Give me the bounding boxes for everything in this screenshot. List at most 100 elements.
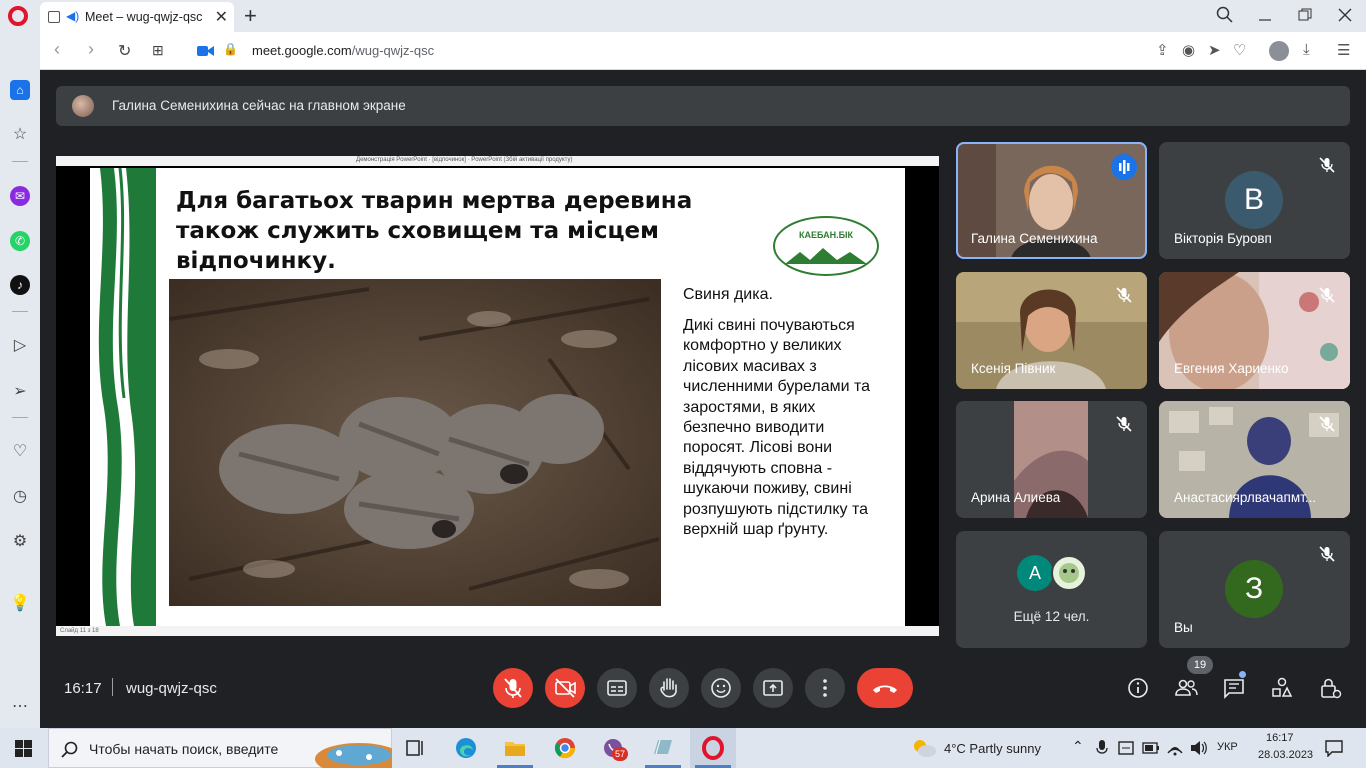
raise-hand-icon (660, 678, 677, 698)
weather-text[interactable]: 4°C Partly sunny (944, 741, 1041, 756)
minimize-icon[interactable] (1258, 8, 1272, 22)
speed-dial-star-icon[interactable]: ☆ (10, 125, 30, 145)
show-hidden-icons-icon[interactable]: ⌃ (1072, 738, 1084, 755)
edge-icon[interactable] (454, 736, 478, 760)
search-placeholder: Чтобы начать поиск, введите (89, 741, 279, 757)
back-icon[interactable]: ‹ (54, 39, 60, 60)
send-icon[interactable]: ➤ (1208, 41, 1221, 59)
flow-icon[interactable]: ➢ (10, 382, 30, 402)
captions-button[interactable] (597, 668, 637, 708)
new-tab-button[interactable]: + (244, 3, 257, 29)
speaker-icon[interactable]: ◀) (66, 9, 79, 23)
url-field[interactable]: meet.google.com/wug-qwjz-qsc (252, 43, 434, 58)
camera-toggle-button[interactable] (545, 668, 585, 708)
search-tabs-icon[interactable] (1216, 6, 1234, 24)
presenter-avatar (72, 95, 94, 117)
participant-name: Евгения Хариенко (1174, 361, 1289, 376)
participant-tile[interactable]: Евгения Хариенко (1159, 272, 1350, 389)
battery-icon[interactable] (1142, 741, 1160, 755)
self-tile[interactable]: З Вы (1159, 531, 1350, 648)
tiktok-icon[interactable]: ♪ (10, 275, 30, 295)
lock-icon[interactable]: 🔒 (223, 42, 238, 56)
close-tab-icon[interactable]: ✕ (215, 7, 228, 27)
chat-icon (1224, 679, 1244, 699)
present-button[interactable] (753, 668, 793, 708)
chat-unread-dot (1239, 671, 1246, 678)
easy-setup-icon[interactable]: ☰ (1337, 41, 1350, 59)
opera-taskbar-icon[interactable] (701, 736, 725, 760)
more-participants-tile[interactable]: А Ещё 12 чел. (956, 531, 1147, 648)
player-icon[interactable]: ▷ (10, 336, 30, 356)
microphone-in-use-icon[interactable] (1096, 740, 1108, 756)
taskbar-search-box[interactable]: Чтобы начать поиск, введите (48, 728, 392, 768)
weather-icon[interactable] (910, 736, 938, 760)
host-controls-button[interactable] (1317, 675, 1343, 701)
meeting-info-button[interactable] (1125, 675, 1151, 701)
camera-in-use-icon[interactable] (197, 44, 215, 58)
participant-name: Вы (1174, 620, 1193, 635)
app-tray-icon[interactable] (1118, 739, 1136, 757)
activities-button[interactable] (1269, 675, 1295, 701)
participant-tile[interactable]: В Вікторія Буровп (1159, 142, 1350, 259)
reload-icon[interactable]: ↻ (118, 41, 131, 61)
network-icon[interactable] (1166, 739, 1184, 757)
slide-body-text: Дикі свині почуваються комфортно у велик… (683, 317, 871, 539)
history-icon[interactable]: ◷ (10, 487, 30, 507)
shared-screen[interactable]: Демонстрація PowerPoint · [відпочинок] ·… (56, 156, 939, 636)
notifications-icon[interactable] (1324, 739, 1344, 757)
meeting-clock: 16:17 (64, 680, 102, 697)
tips-bulb-icon[interactable]: 💡 (10, 594, 30, 614)
participant-tile[interactable]: Анастасиярлвачапмт... (1159, 401, 1350, 518)
task-view-icon[interactable] (404, 736, 428, 760)
home-icon[interactable]: ⌂ (10, 80, 30, 100)
participant-name: Арина Алиева (971, 490, 1061, 505)
opera-logo-icon[interactable] (8, 6, 28, 26)
avatar (1051, 555, 1087, 591)
messenger-icon[interactable]: ✉ (10, 186, 30, 206)
notes-app-icon[interactable] (651, 736, 675, 760)
avatar: В (1225, 171, 1283, 229)
speaking-indicator-icon (1111, 154, 1137, 180)
mic-toggle-button[interactable] (493, 668, 533, 708)
settings-gear-icon[interactable]: ⚙ (10, 532, 30, 552)
emoji-button[interactable] (701, 668, 741, 708)
windows-start-icon[interactable] (15, 740, 33, 758)
taskbar-date[interactable]: 28.03.2023 (1258, 749, 1313, 761)
opera-sidebar: ⌂ ☆ ✉ ✆ ♪ ▷ ➢ ♡ ◷ ⚙ 💡 ⋯ (0, 32, 40, 728)
file-explorer-icon[interactable] (503, 736, 527, 760)
snapshot-icon[interactable]: ◉ (1182, 41, 1195, 59)
participant-tile[interactable]: Ксенія Півник (956, 272, 1147, 389)
restore-icon[interactable] (1298, 8, 1312, 22)
close-window-icon[interactable] (1338, 8, 1352, 22)
taskbar-time[interactable]: 16:17 (1266, 732, 1294, 744)
forward-icon[interactable]: › (88, 39, 94, 60)
search-icon (61, 741, 78, 758)
heart-icon[interactable]: ♡ (1233, 41, 1246, 59)
camera-off-icon (555, 678, 576, 698)
input-language[interactable]: УКР (1217, 741, 1238, 753)
participant-tile[interactable]: Галина Семенихина (956, 142, 1147, 259)
chrome-icon[interactable] (553, 736, 577, 760)
raise-hand-button[interactable] (649, 668, 689, 708)
tabs-overview-icon[interactable]: ⊞ (152, 42, 164, 59)
taskbar: Чтобы начать поиск, введите 57 4°C Partl… (0, 728, 1366, 768)
leave-call-button[interactable] (857, 668, 913, 708)
more-options-button[interactable] (805, 668, 845, 708)
more-sidebar-icon[interactable]: ⋯ (10, 697, 30, 717)
present-screen-icon (763, 680, 783, 696)
people-button[interactable] (1173, 675, 1199, 701)
activities-shapes-icon (1272, 677, 1293, 697)
bookmarks-heart-icon[interactable]: ♡ (10, 442, 30, 462)
end-call-icon (873, 685, 897, 693)
profile-avatar[interactable] (1269, 41, 1289, 61)
address-bar: ‹ › ↻ ⊞ 🔒 meet.google.com/wug-qwjz-qsc ⇪… (40, 32, 1366, 70)
volume-icon[interactable] (1190, 740, 1208, 756)
tab-meet[interactable]: ◀) Meet – wug-qwjz-qsc ✕ (40, 2, 234, 32)
whatsapp-icon[interactable]: ✆ (10, 231, 30, 251)
participant-tile[interactable]: Арина Алиева (956, 401, 1147, 518)
chat-button[interactable] (1221, 675, 1247, 701)
share-icon[interactable]: ⇪ (1156, 41, 1169, 59)
download-icon[interactable]: ⤓ (1303, 41, 1310, 58)
viber-badge: 57 (612, 747, 629, 761)
presenter-banner: Галина Семенихина сейчас на главном экра… (56, 86, 1350, 126)
